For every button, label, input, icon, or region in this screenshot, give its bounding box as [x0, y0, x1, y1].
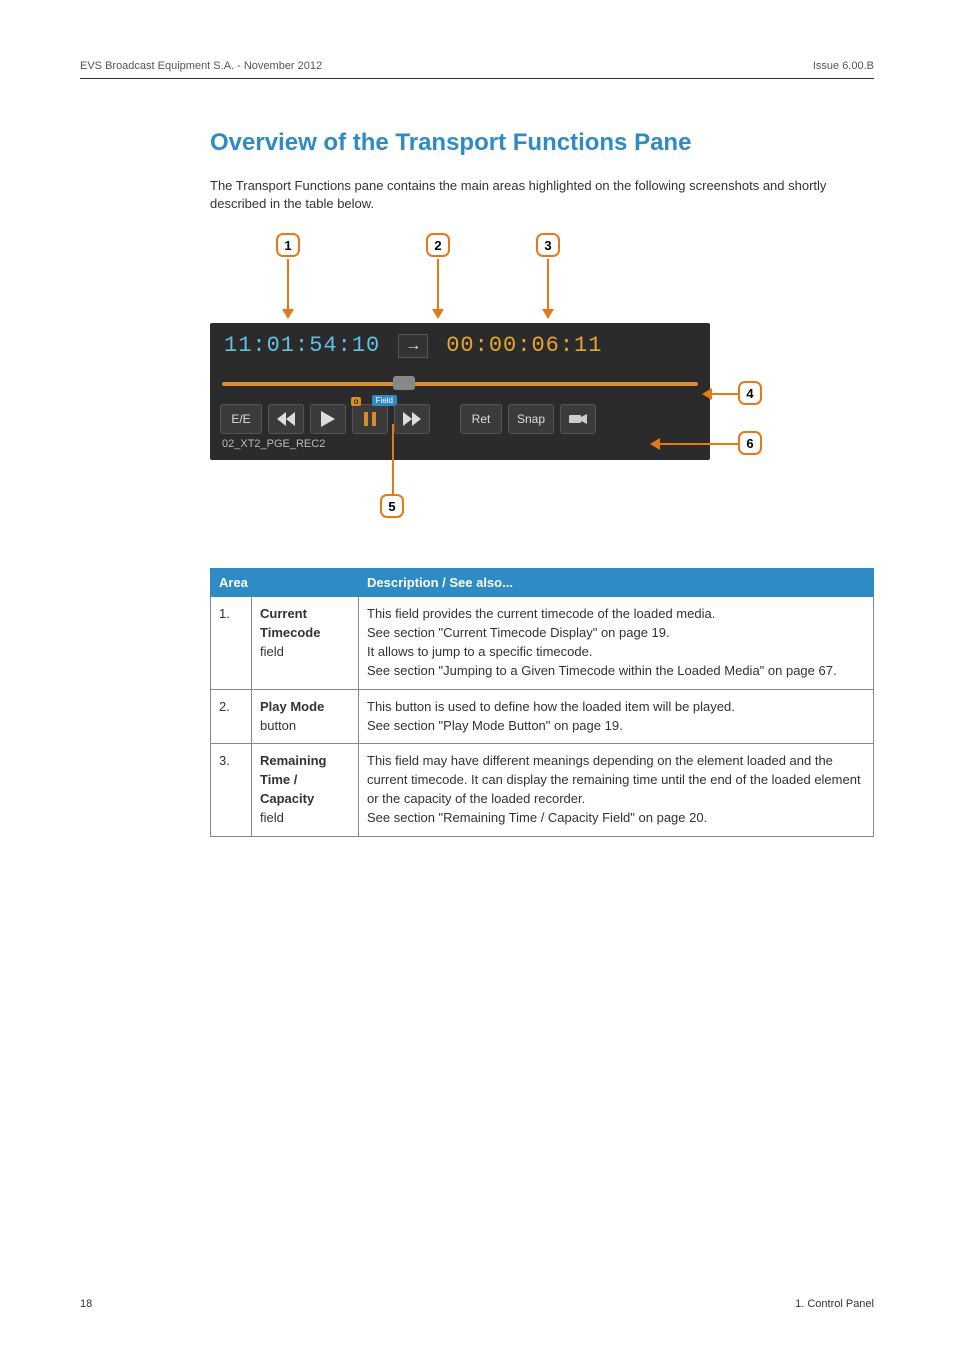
transport-diagram: 1 2 3 11:01:54:10 → 00:00:06:11	[210, 233, 770, 540]
page-header: EVS Broadcast Equipment S.A. - November …	[80, 60, 874, 79]
desc-line: It allows to jump to a specific timecode…	[367, 644, 592, 659]
desc-line: See section "Jumping to a Given Timecode…	[367, 663, 837, 678]
row-num: 1.	[211, 597, 252, 689]
row-desc: This field may have different meanings d…	[359, 744, 874, 836]
row-num: 3.	[211, 744, 252, 836]
label-plain: field	[260, 810, 284, 825]
callout-5: 5	[380, 494, 404, 518]
desc-line: This button is used to define how the lo…	[367, 699, 735, 714]
section-title: Overview of the Transport Functions Pane	[210, 129, 874, 157]
transport-panel: 11:01:54:10 → 00:00:06:11 E/E	[210, 323, 710, 460]
callout-2: 2	[426, 233, 450, 257]
desc-line: See section "Play Mode Button" on page 1…	[367, 718, 623, 733]
header-left: EVS Broadcast Equipment S.A. - November …	[80, 60, 322, 72]
pause-button[interactable]: o Field	[352, 404, 388, 434]
label-bold: Timecode	[260, 625, 320, 640]
pause-badge-field: Field	[372, 395, 397, 406]
callout-3: 3	[536, 233, 560, 257]
arrow-down-icon	[432, 309, 444, 319]
callout-line	[658, 443, 738, 445]
label-bold: Current	[260, 606, 307, 621]
table-row: 2. Play Mode button This button is used …	[211, 689, 874, 744]
label-plain: button	[260, 718, 296, 733]
fast-rewind-button[interactable]	[268, 404, 304, 434]
arrow-down-icon	[282, 309, 294, 319]
label-bold: Capacity	[260, 791, 314, 806]
desc-line: This field may have different meanings d…	[367, 753, 861, 806]
page-footer: 18 1. Control Panel	[80, 1298, 874, 1310]
callout-6: 6	[738, 431, 762, 455]
callout-4: 4	[738, 381, 762, 405]
desc-line: This field provides the current timecode…	[367, 606, 715, 621]
ret-button[interactable]: Ret	[460, 404, 502, 434]
pause-badge-o: o	[351, 397, 361, 406]
callout-1: 1	[276, 233, 300, 257]
row-label: Current Timecode field	[252, 597, 359, 689]
label-bold: Time /	[260, 772, 297, 787]
callout-line	[287, 259, 289, 311]
table-row: 3. Remaining Time / Capacity field This …	[211, 744, 874, 836]
play-button[interactable]	[310, 404, 346, 434]
fast-rewind-icon	[277, 412, 295, 426]
callout-line	[392, 424, 394, 494]
desc-line: See section "Current Timecode Display" o…	[367, 625, 670, 640]
table-row: 1. Current Timecode field This field pro…	[211, 597, 874, 689]
page-number: 18	[80, 1298, 92, 1310]
snap-button[interactable]: Snap	[508, 404, 554, 434]
arrow-left-icon	[702, 388, 712, 400]
label-bold: Remaining	[260, 753, 326, 768]
intro-text: The Transport Functions pane contains th…	[210, 177, 874, 213]
row-desc: This field provides the current timecode…	[359, 597, 874, 689]
row-desc: This button is used to define how the lo…	[359, 689, 874, 744]
fast-forward-icon	[403, 412, 421, 426]
remaining-time-field: 00:00:06:11	[446, 333, 602, 358]
ee-button[interactable]: E/E	[220, 404, 262, 434]
arrow-left-icon	[650, 438, 660, 450]
row-label: Play Mode button	[252, 689, 359, 744]
chapter-label: 1. Control Panel	[795, 1298, 874, 1310]
current-timecode-field[interactable]: 11:01:54:10	[224, 333, 380, 358]
row-num: 2.	[211, 689, 252, 744]
arrow-down-icon	[542, 309, 554, 319]
label-bold: Play Mode	[260, 699, 324, 714]
label-plain: field	[260, 644, 284, 659]
recorder-name-label: 02_XT2_PGE_REC2	[210, 436, 710, 460]
th-area: Area	[211, 569, 359, 597]
callout-line	[547, 259, 549, 311]
callout-line	[437, 259, 439, 311]
callout-line	[710, 393, 738, 395]
area-table: Area Description / See also... 1. Curren…	[210, 568, 874, 836]
th-desc: Description / See also...	[359, 569, 874, 597]
header-right: Issue 6.00.B	[813, 60, 874, 72]
camera-button[interactable]	[560, 404, 596, 434]
fast-forward-button[interactable]	[394, 404, 430, 434]
camera-icon	[569, 413, 587, 425]
pause-icon	[364, 412, 376, 426]
play-icon	[321, 411, 335, 427]
play-mode-button[interactable]: →	[398, 334, 428, 358]
desc-line: See section "Remaining Time / Capacity F…	[367, 810, 707, 825]
slider-thumb[interactable]	[393, 376, 415, 390]
row-label: Remaining Time / Capacity field	[252, 744, 359, 836]
jog-shuttle-slider[interactable]	[222, 382, 698, 386]
